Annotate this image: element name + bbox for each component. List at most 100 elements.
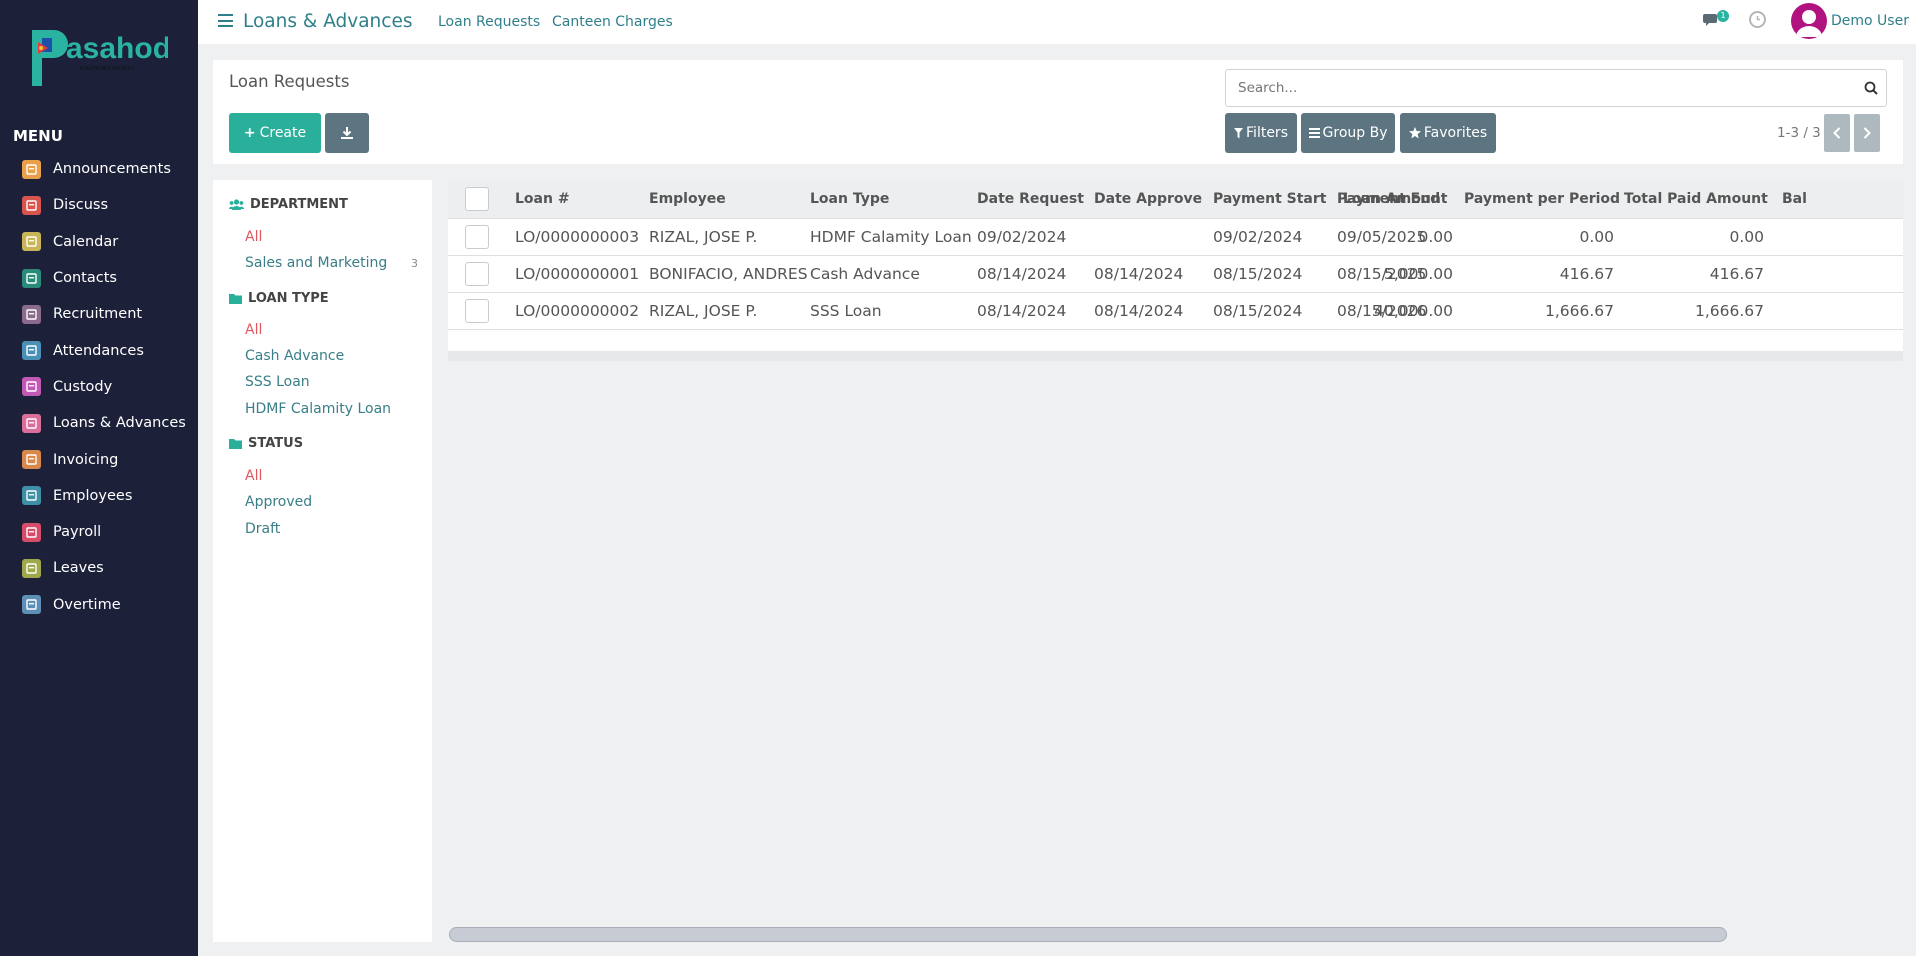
column-header-loan[interactable]: Loan # [515, 180, 570, 218]
cell-payment-start: 08/15/2024 [1213, 302, 1303, 320]
table-footer [448, 329, 1903, 361]
department-count: 3 [411, 257, 418, 270]
calendar-icon [22, 232, 41, 252]
sidebar-item-label: Recruitment [53, 306, 143, 323]
sidebar-item-label: Employees [53, 487, 133, 504]
cell-date-approve: 08/14/2024 [1094, 302, 1184, 320]
sidebar-item-attendances[interactable]: Attendances [0, 332, 198, 368]
cell-date-request: 09/02/2024 [977, 228, 1067, 246]
sidebar-item-overtime[interactable]: Overtime [0, 587, 198, 623]
cell-loan-amount: 40,000.00 [1374, 302, 1453, 320]
sidebar-item-loans-advances[interactable]: Loans & Advances [0, 405, 198, 441]
table-row[interactable]: LO/0000000001 BONIFACIO, ANDRES Cash Advan… [448, 255, 1903, 292]
menu-list: Announcements Discuss Calendar Contacts Recr… [0, 151, 198, 623]
nav-link-canteen-charges[interactable]: Canteen Charges [552, 14, 673, 30]
department-all[interactable]: All [245, 229, 262, 245]
cell-payment-per-period: 0.00 [1579, 228, 1614, 246]
cell-employee: RIZAL, JOSE P. [649, 302, 758, 320]
sidebar-item-label: Invoicing [53, 451, 119, 468]
pager-previous-button[interactable] [1824, 114, 1850, 152]
loan-type-header-label: LOAN TYPE [248, 291, 329, 306]
column-header-payment-start[interactable]: Payment Start [1213, 180, 1326, 218]
cell-payment-per-period: 416.67 [1559, 265, 1614, 283]
hamburger-menu-icon[interactable] [218, 14, 233, 27]
table-row[interactable]: LO/0000000002 RIZAL, JOSE P. SSS Loan 08/14… [448, 292, 1903, 329]
recruitment-icon [22, 304, 41, 324]
sidebar-item-invoicing[interactable]: Invoicing [0, 441, 198, 477]
logo-tagline: PHILIPPINES PAYROLL [80, 66, 135, 72]
row-checkbox[interactable] [465, 225, 489, 249]
column-header-date-request[interactable]: Date Request [977, 180, 1084, 218]
nav-link-loan-requests[interactable]: Loan Requests [438, 14, 540, 30]
table-row[interactable]: LO/0000000003 RIZAL, JOSE P. HDMF Calamity… [448, 218, 1903, 255]
sidebar-item-leaves[interactable]: Leaves [0, 550, 198, 586]
sidebar-item-calendar[interactable]: Calendar [0, 224, 198, 260]
favorites-label: Favorites [1423, 125, 1488, 141]
plus-icon: + [243, 125, 256, 141]
top-navbar: Loans & Advances Loan Requests Canteen C… [198, 0, 1916, 44]
group-by-button[interactable]: Group By [1301, 113, 1395, 153]
pasahod-logo[interactable]: asahod PHILIPPINES PAYROLL [28, 24, 171, 90]
column-header-employee[interactable]: Employee [649, 180, 726, 218]
loan-type-all[interactable]: All [245, 322, 262, 338]
download-button[interactable] [325, 113, 369, 153]
sidebar-item-custody[interactable]: Custody [0, 369, 198, 405]
loan-type-sss-loan[interactable]: SSS Loan [245, 374, 310, 390]
payroll-icon [22, 522, 41, 542]
status-all[interactable]: All [245, 468, 262, 484]
create-button-label: Create [259, 125, 307, 141]
app-title[interactable]: Loans & Advances [243, 11, 412, 32]
contacts-icon [22, 268, 41, 288]
user-avatar[interactable] [1791, 3, 1827, 39]
sidebar-item-label: Leaves [53, 560, 104, 577]
search-box[interactable] [1225, 69, 1887, 107]
search-icon [1864, 81, 1878, 95]
search-input[interactable] [1226, 70, 1846, 106]
chevron-right-icon [1863, 127, 1871, 139]
activity-clock-icon[interactable] [1749, 11, 1766, 28]
create-button[interactable]: + Create [229, 113, 321, 153]
folder-icon [229, 439, 242, 449]
loan-type-hdmf-calamity-loan[interactable]: HDMF Calamity Loan [245, 401, 391, 417]
favorites-button[interactable]: Favorites [1400, 113, 1496, 153]
status-draft[interactable]: Draft [245, 521, 280, 537]
column-header-bal[interactable]: Bal [1782, 180, 1807, 218]
sidebar-item-label: Calendar [53, 233, 119, 250]
status-approved[interactable]: Approved [245, 494, 312, 510]
download-icon [341, 127, 353, 139]
select-all-checkbox[interactable] [465, 187, 489, 211]
pager-value[interactable]: 1-3 / 3 [1777, 125, 1821, 141]
department-sales-and-marketing[interactable]: Sales and Marketing [245, 255, 387, 271]
pager-next-button[interactable] [1854, 114, 1880, 152]
column-header-loan-type[interactable]: Loan Type [810, 180, 889, 218]
sidebar-item-recruitment[interactable]: Recruitment [0, 296, 198, 332]
filters-button[interactable]: Filters [1225, 113, 1297, 153]
row-checkbox[interactable] [465, 262, 489, 286]
chat-icon [22, 195, 41, 215]
row-checkbox[interactable] [465, 299, 489, 323]
column-header-loan-amount[interactable]: Loan Amount [1343, 180, 1453, 218]
horizontal-scrollbar[interactable] [449, 927, 1727, 942]
column-header-date-approve[interactable]: Date Approve [1094, 180, 1202, 218]
cell-total-paid-amount: 1,666.67 [1694, 302, 1764, 320]
messages-icon[interactable]: 1 [1703, 10, 1729, 30]
cell-date-request: 08/14/2024 [977, 302, 1067, 320]
employees-icon [22, 486, 41, 506]
department-header-label: DEPARTMENT [250, 197, 348, 212]
leaves-icon [22, 558, 41, 578]
loan-type-cash-advance[interactable]: Cash Advance [245, 348, 344, 364]
cell-date-request: 08/14/2024 [977, 265, 1067, 283]
column-header-total-paid-amount[interactable]: Total Paid Amount [1624, 180, 1768, 218]
sidebar-item-contacts[interactable]: Contacts [0, 260, 198, 296]
cell-payment-per-period: 1,666.67 [1544, 302, 1614, 320]
sidebar-item-discuss[interactable]: Discuss [0, 187, 198, 223]
user-menu-name[interactable]: Demo User [1831, 13, 1909, 29]
sidebar-item-employees[interactable]: Employees [0, 478, 198, 514]
sidebar-item-announcements[interactable]: Announcements [0, 151, 198, 187]
sidebar-item-label: Attendances [53, 342, 144, 359]
sidebar-item-payroll[interactable]: Payroll [0, 514, 198, 550]
column-header-payment-per-period[interactable]: Payment per Period [1464, 180, 1620, 218]
list-icon [1308, 128, 1320, 138]
cell-payment-start: 08/15/2024 [1213, 265, 1303, 283]
users-icon [229, 198, 244, 210]
